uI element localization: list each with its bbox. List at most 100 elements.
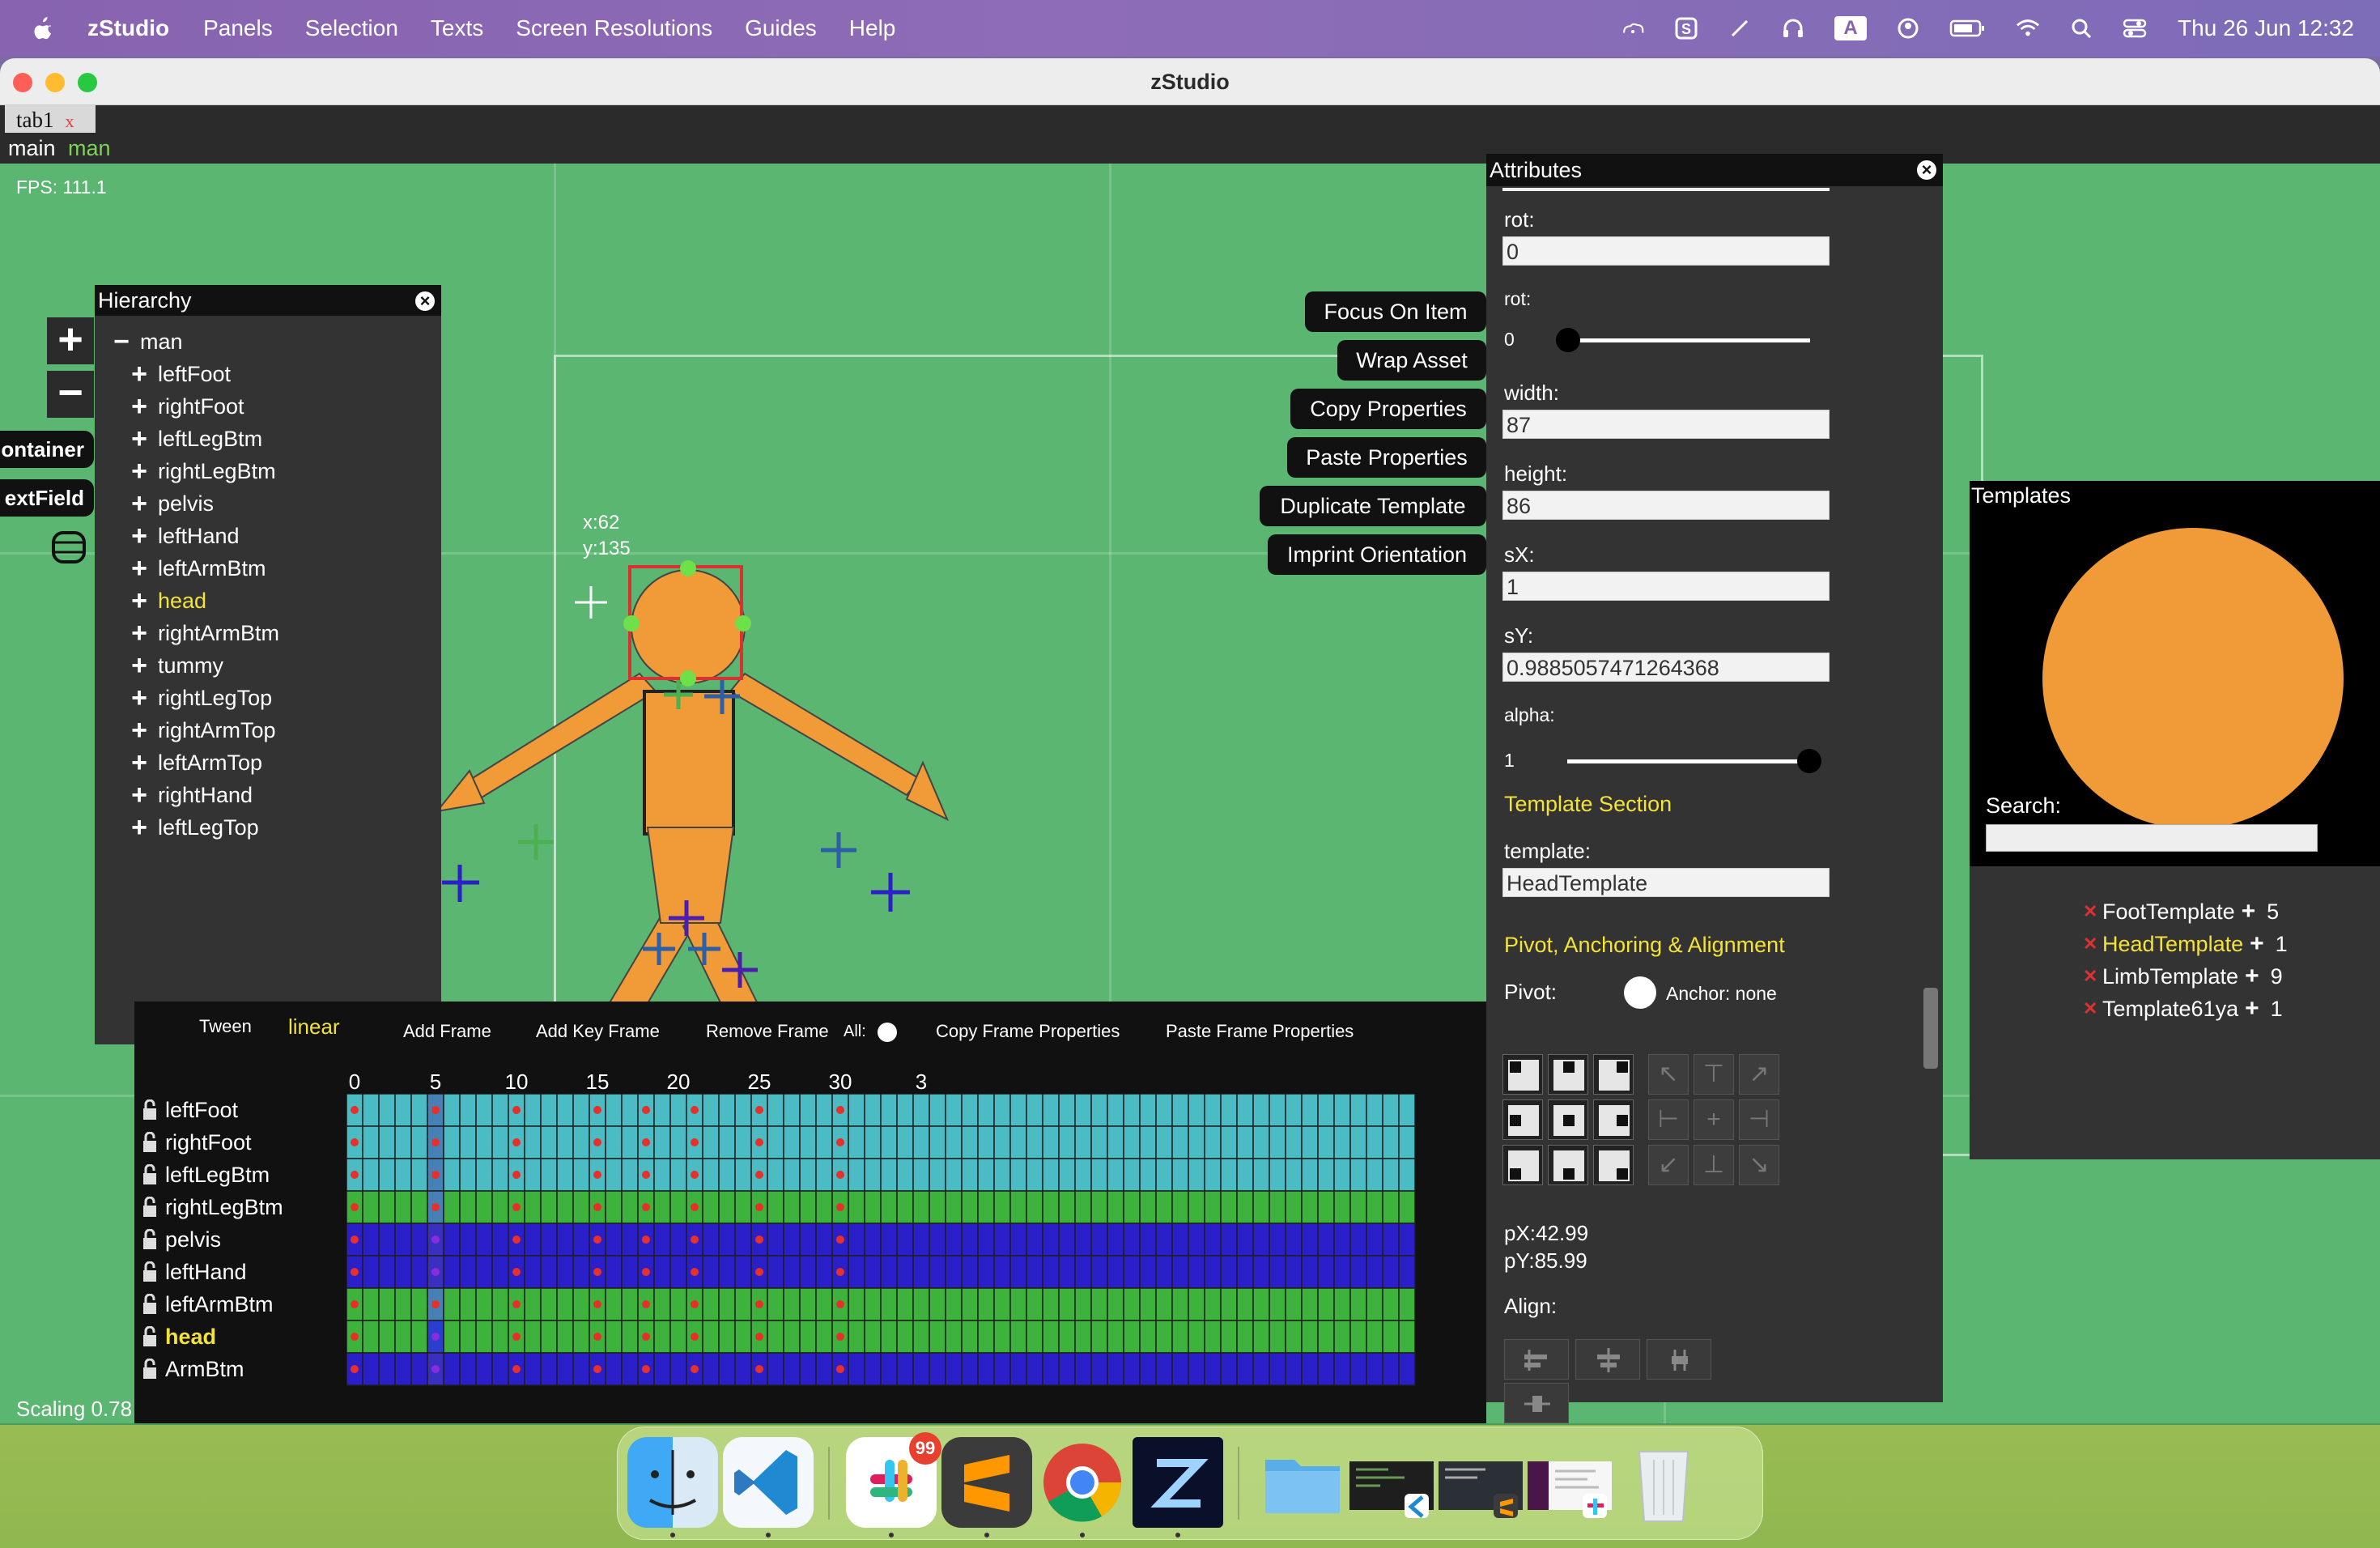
track-head[interactable]: head	[134, 1320, 346, 1353]
lock-icon[interactable]	[142, 1294, 157, 1315]
add-frame-button[interactable]: Add Frame	[403, 1021, 491, 1042]
tab-close-icon[interactable]: x	[66, 111, 74, 131]
anchor-center-button[interactable]: +	[1694, 1099, 1734, 1140]
cloud-sync-icon[interactable]	[1621, 16, 1645, 40]
expand-icon[interactable]: +	[130, 423, 148, 455]
track-leftFoot[interactable]: leftFoot	[134, 1094, 346, 1126]
align-horizontal-right-button[interactable]	[1647, 1339, 1711, 1380]
rot-slider-knob[interactable]	[1556, 328, 1580, 352]
breadcrumb-current[interactable]: man	[68, 136, 111, 160]
template-search-input[interactable]	[1986, 824, 2318, 852]
expand-icon[interactable]: +	[130, 649, 148, 682]
tree-item-leftArmBtm[interactable]: + leftArmBtm	[95, 552, 441, 585]
delete-template-icon[interactable]: ✕	[2083, 966, 2102, 987]
pivot-middle-left-button[interactable]	[1502, 1099, 1543, 1140]
expand-icon[interactable]: +	[130, 585, 148, 617]
tree-item-head[interactable]: + head	[95, 585, 441, 617]
anchor-top-center-button[interactable]: ⊤	[1694, 1054, 1734, 1095]
hierarchy-close-icon[interactable]: ×	[415, 291, 435, 311]
rot-input[interactable]: 0	[1502, 236, 1830, 266]
add-template-instance-icon[interactable]: +	[2242, 898, 2256, 925]
lock-icon[interactable]	[142, 1359, 157, 1380]
search-icon[interactable]	[2069, 16, 2093, 40]
lock-icon[interactable]	[142, 1099, 157, 1121]
imprint-orientation-button[interactable]: Imprint Orientation	[1268, 534, 1486, 575]
remove-frame-button[interactable]: Remove Frame	[706, 1021, 829, 1042]
delete-template-icon[interactable]: ✕	[2083, 901, 2102, 922]
expand-icon[interactable]: +	[130, 779, 148, 811]
track-cells[interactable]	[346, 1094, 1486, 1425]
anchor-middle-right-button[interactable]: ⊣	[1739, 1099, 1779, 1140]
tab-tab1[interactable]: tab1 x	[5, 105, 96, 133]
control-center-icon[interactable]	[2123, 16, 2147, 40]
anchor-bottom-right-button[interactable]: ↘	[1739, 1145, 1779, 1185]
menu-panels[interactable]: Panels	[203, 15, 273, 41]
tree-item-leftArmTop[interactable]: + leftArmTop	[95, 746, 441, 779]
anchor-middle-left-button[interactable]: ⊢	[1648, 1099, 1689, 1140]
pivot-top-left-button[interactable]	[1502, 1054, 1543, 1095]
alpha-slider-knob[interactable]	[1797, 749, 1821, 773]
pivot-bottom-center-button[interactable]	[1548, 1145, 1588, 1185]
window-titlebar[interactable]: zStudio	[0, 58, 2380, 105]
track-ArmBtm[interactable]: ArmBtm	[134, 1353, 346, 1385]
anchor-bottom-left-button[interactable]: ↙	[1648, 1145, 1689, 1185]
zoom-out-button[interactable]: −	[47, 371, 94, 418]
width-input[interactable]: 87	[1502, 410, 1830, 439]
wrap-icon[interactable]	[49, 525, 89, 570]
add-key-frame-button[interactable]: Add Key Frame	[536, 1021, 660, 1042]
slack-window-thumbnail[interactable]	[1524, 1437, 1615, 1528]
expand-icon[interactable]: +	[130, 746, 148, 779]
all-toggle[interactable]	[878, 1023, 897, 1042]
expand-icon[interactable]: +	[130, 520, 148, 552]
user-circle-icon[interactable]	[1896, 16, 1920, 40]
menubar-clock[interactable]: Thu 26 Jun 12:32	[2178, 15, 2354, 41]
tree-item-rightHand[interactable]: + rightHand	[95, 779, 441, 811]
headphones-icon[interactable]	[1781, 16, 1805, 40]
pivot-middle-right-button[interactable]	[1593, 1099, 1634, 1140]
apple-icon[interactable]	[34, 17, 53, 40]
lock-icon[interactable]	[142, 1261, 157, 1282]
vscode-icon[interactable]	[723, 1437, 814, 1537]
tree-item-leftLegTop[interactable]: + leftLegTop	[95, 811, 441, 844]
pivot-bottom-left-button[interactable]	[1502, 1145, 1543, 1185]
expand-icon[interactable]: +	[130, 714, 148, 746]
delete-template-icon[interactable]: ✕	[2083, 933, 2102, 955]
menu-guides[interactable]: Guides	[745, 15, 817, 41]
chrome-icon[interactable]	[1037, 1437, 1128, 1537]
anchor-bottom-center-button[interactable]: ⊥	[1694, 1145, 1734, 1185]
keyboard-a-icon[interactable]: A	[1834, 16, 1868, 40]
collapse-icon[interactable]: −	[113, 325, 130, 358]
alpha-slider-track[interactable]	[1567, 759, 1810, 763]
anchor-toggle[interactable]	[1624, 976, 1656, 1009]
paste-properties-button[interactable]: Paste Properties	[1287, 437, 1486, 478]
track-grid[interactable]	[346, 1094, 1486, 1425]
tree-item-rightLegTop[interactable]: + rightLegTop	[95, 682, 441, 714]
tree-item-rightLegBtm[interactable]: + rightLegBtm	[95, 455, 441, 487]
template-input[interactable]: HeadTemplate	[1502, 868, 1830, 897]
breadcrumb-root[interactable]: main	[8, 136, 56, 160]
hierarchy-header[interactable]: Hierarchy ×	[95, 285, 441, 316]
battery-icon[interactable]	[1949, 16, 1987, 40]
track-pelvis[interactable]: pelvis	[134, 1223, 346, 1256]
lock-icon[interactable]	[142, 1197, 157, 1218]
lock-icon[interactable]	[142, 1229, 157, 1250]
minimize-window-button[interactable]	[45, 73, 65, 92]
pivot-top-right-button[interactable]	[1593, 1054, 1634, 1095]
zstudio-icon[interactable]	[1133, 1437, 1223, 1537]
rot-slider-track[interactable]	[1567, 338, 1810, 342]
paste-frame-properties-button[interactable]: Paste Frame Properties	[1166, 1021, 1354, 1042]
menu-texts[interactable]: Texts	[431, 15, 483, 41]
expand-icon[interactable]: +	[130, 358, 148, 390]
tree-item-tummy[interactable]: + tummy	[95, 649, 441, 682]
attributes-scrollbar[interactable]	[1923, 988, 1938, 1069]
align-horizontal-center-button[interactable]	[1575, 1339, 1640, 1380]
track-rightLegBtm[interactable]: rightLegBtm	[134, 1191, 346, 1223]
tree-item-leftLegBtm[interactable]: + leftLegBtm	[95, 423, 441, 455]
tree-item-rightArmTop[interactable]: + rightArmTop	[95, 714, 441, 746]
tree-item-man[interactable]: − man	[95, 325, 441, 358]
attributes-header[interactable]: Attributes ×	[1486, 154, 1943, 186]
anchor-top-left-button[interactable]: ↖	[1648, 1054, 1689, 1095]
stage-canvas[interactable]: FPS: 111.1 + − ontainer extField x:62 y:…	[0, 164, 2380, 1425]
copy-frame-properties-button[interactable]: Copy Frame Properties	[936, 1021, 1120, 1042]
track-rightFoot[interactable]: rightFoot	[134, 1126, 346, 1159]
